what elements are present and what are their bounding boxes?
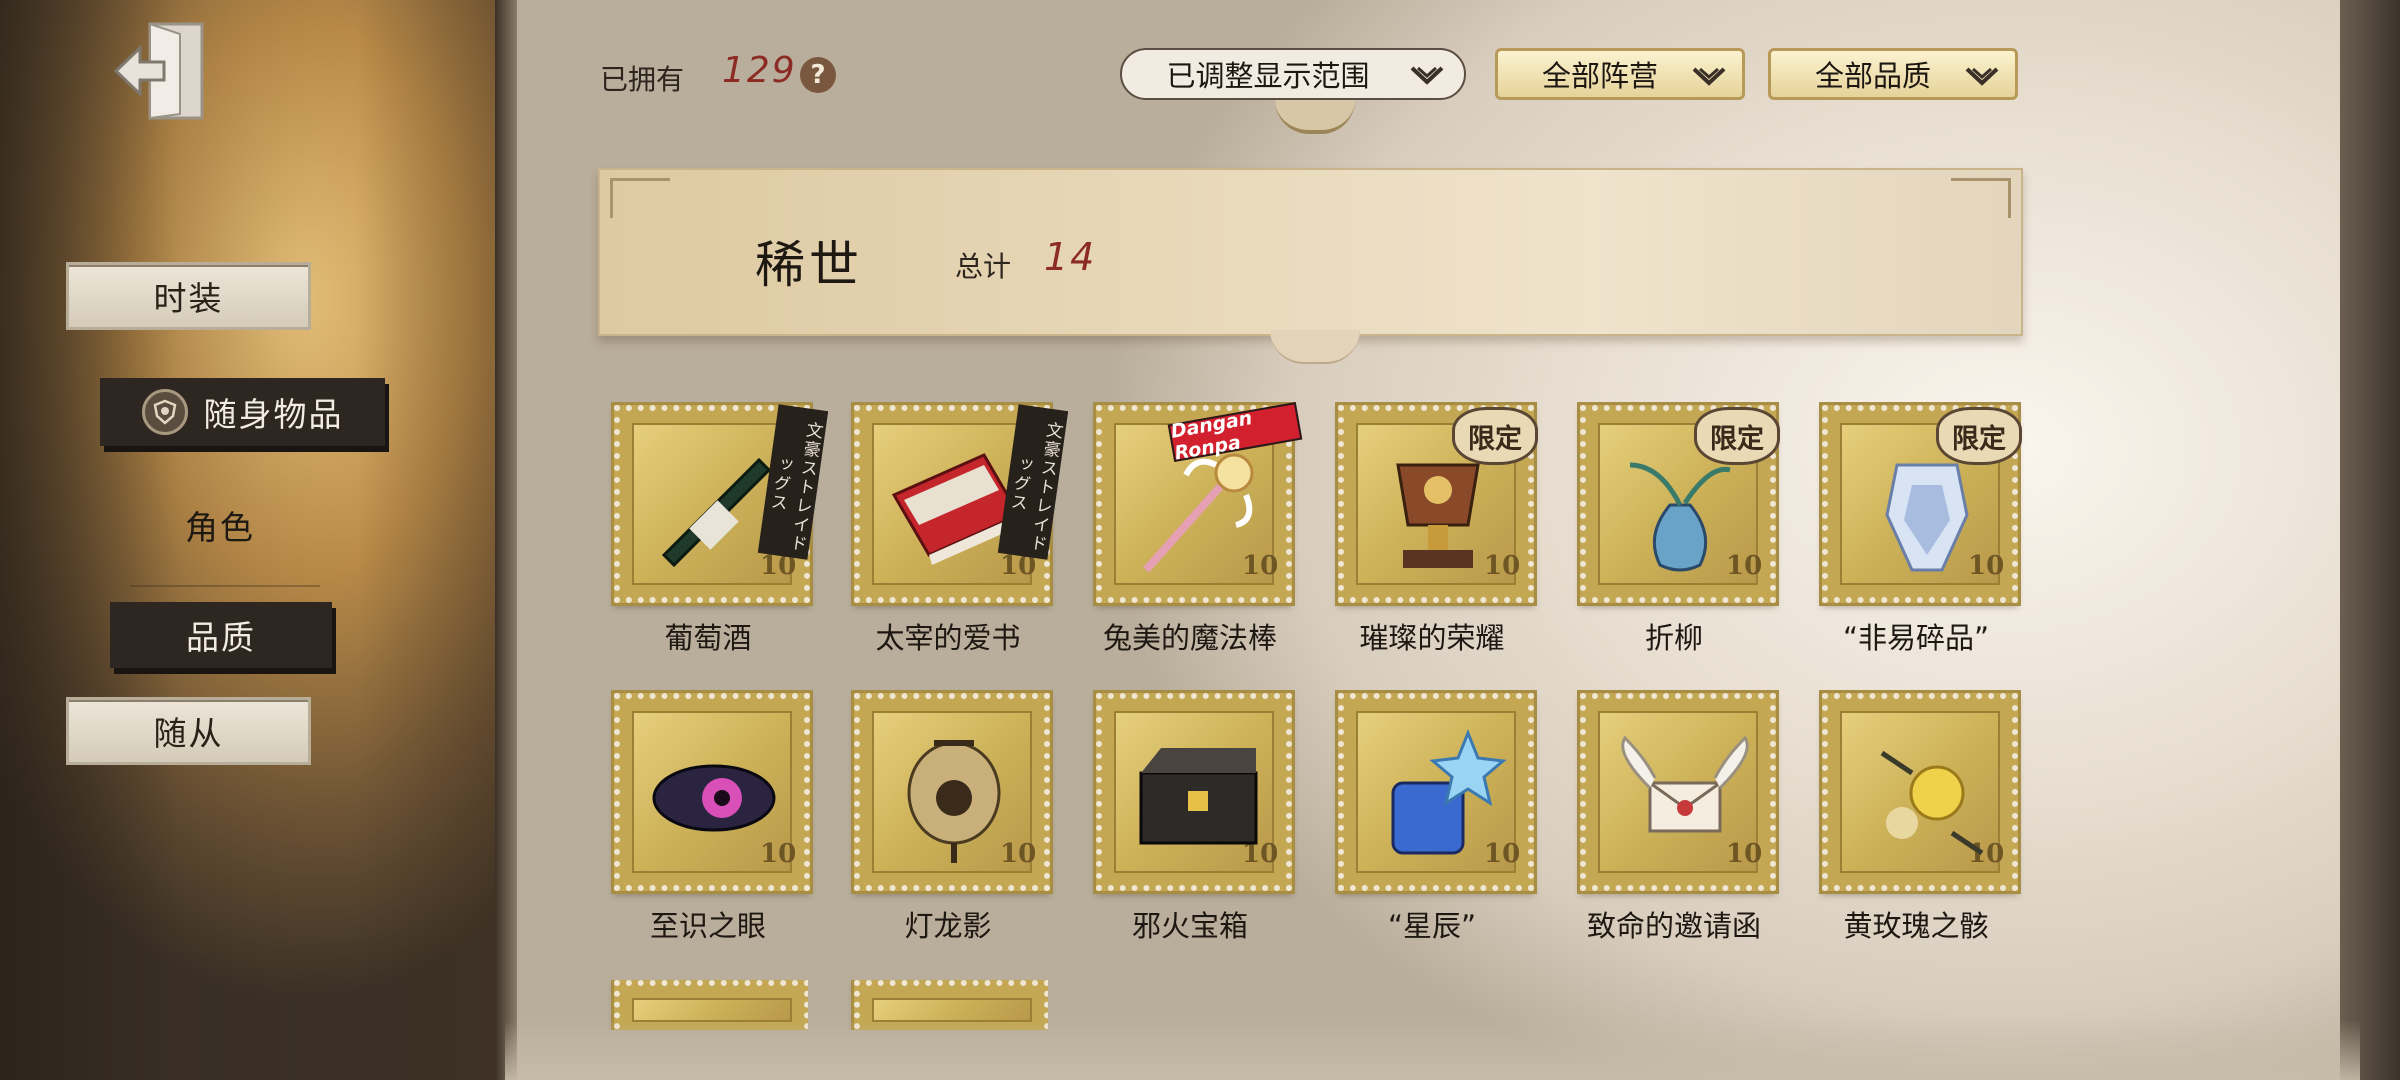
item-name: 璀璨的荣耀 (1359, 621, 1505, 655)
item-name: 太宰的爱书 (875, 621, 1021, 655)
item-name: 至识之眼 (649, 909, 766, 943)
winged-letter-icon (1621, 735, 1749, 833)
category-total-label: 总计 (955, 250, 1012, 283)
sidebar-item-quality[interactable]: 品质 (110, 602, 332, 668)
quality-dropdown[interactable]: 全部品质 (1768, 48, 2018, 100)
dropdown-label: 全部阵营 (1541, 59, 1658, 93)
owned-label: 已拥有 (600, 63, 685, 96)
sidebar-item-label: 随从 (153, 714, 224, 753)
sidebar-item-outfits[interactable]: 时装 (66, 262, 311, 330)
item-name: 邪火宝箱 (1131, 909, 1248, 943)
display-range-dropdown[interactable]: 已调整显示范围 (1120, 48, 1466, 100)
chest-icon (1139, 748, 1258, 845)
bottom-fade (505, 1020, 2360, 1080)
sidebar-item-label: 品质 (186, 618, 256, 657)
item-name: 兔美的魔法棒 (1102, 621, 1277, 655)
chevron-down-icon (1410, 66, 1444, 85)
chevron-down-icon (1692, 67, 1726, 86)
dropdown-label: 全部品质 (1814, 59, 1931, 93)
chevron-down-icon (1965, 67, 1999, 86)
star-jar-icon (1391, 728, 1507, 855)
category-title: 稀世 (755, 236, 863, 294)
shield-icon (141, 389, 188, 435)
item-name: “非易碎品” (1842, 621, 1990, 655)
sidebar-item-followers[interactable]: 随从 (66, 697, 311, 765)
dropdown-label: 已调整显示范围 (1166, 59, 1370, 93)
limited-badge: 限定 (1936, 407, 2022, 465)
right-frame (2340, 0, 2400, 1080)
yellow-rose-icon (1880, 750, 1984, 856)
limited-badge: 限定 (1452, 407, 1538, 465)
item-name: 致命的邀请函 (1586, 909, 1761, 943)
item-name: 黄玫瑰之骸 (1843, 909, 1989, 943)
exit-door-icon (113, 22, 204, 120)
sidebar-item-accessories[interactable]: 随身物品 (100, 378, 385, 446)
owned-count: 129 (722, 50, 797, 91)
panel-edge (495, 0, 517, 1080)
exit-button[interactable] (110, 18, 210, 124)
item-name: 葡萄酒 (664, 621, 752, 655)
lantern-icon (907, 740, 1001, 863)
sidebar-divider (130, 585, 320, 587)
sidebar-item-label: 时装 (153, 279, 224, 318)
item-name: “星辰” (1387, 909, 1477, 943)
eye-icon (652, 764, 776, 832)
sidebar-item-label: 角色 (185, 508, 255, 547)
item-name: 折柳 (1644, 621, 1703, 655)
category-total: 14 (1044, 235, 1097, 279)
help-icon[interactable]: ? (800, 57, 836, 93)
sidebar-item-label: 随身物品 (203, 395, 344, 434)
limited-badge: 限定 (1694, 407, 1780, 465)
faction-dropdown[interactable]: 全部阵营 (1495, 48, 1745, 100)
item-name: 灯龙影 (904, 909, 992, 943)
sidebar-item-character[interactable]: 角色 (120, 495, 320, 555)
